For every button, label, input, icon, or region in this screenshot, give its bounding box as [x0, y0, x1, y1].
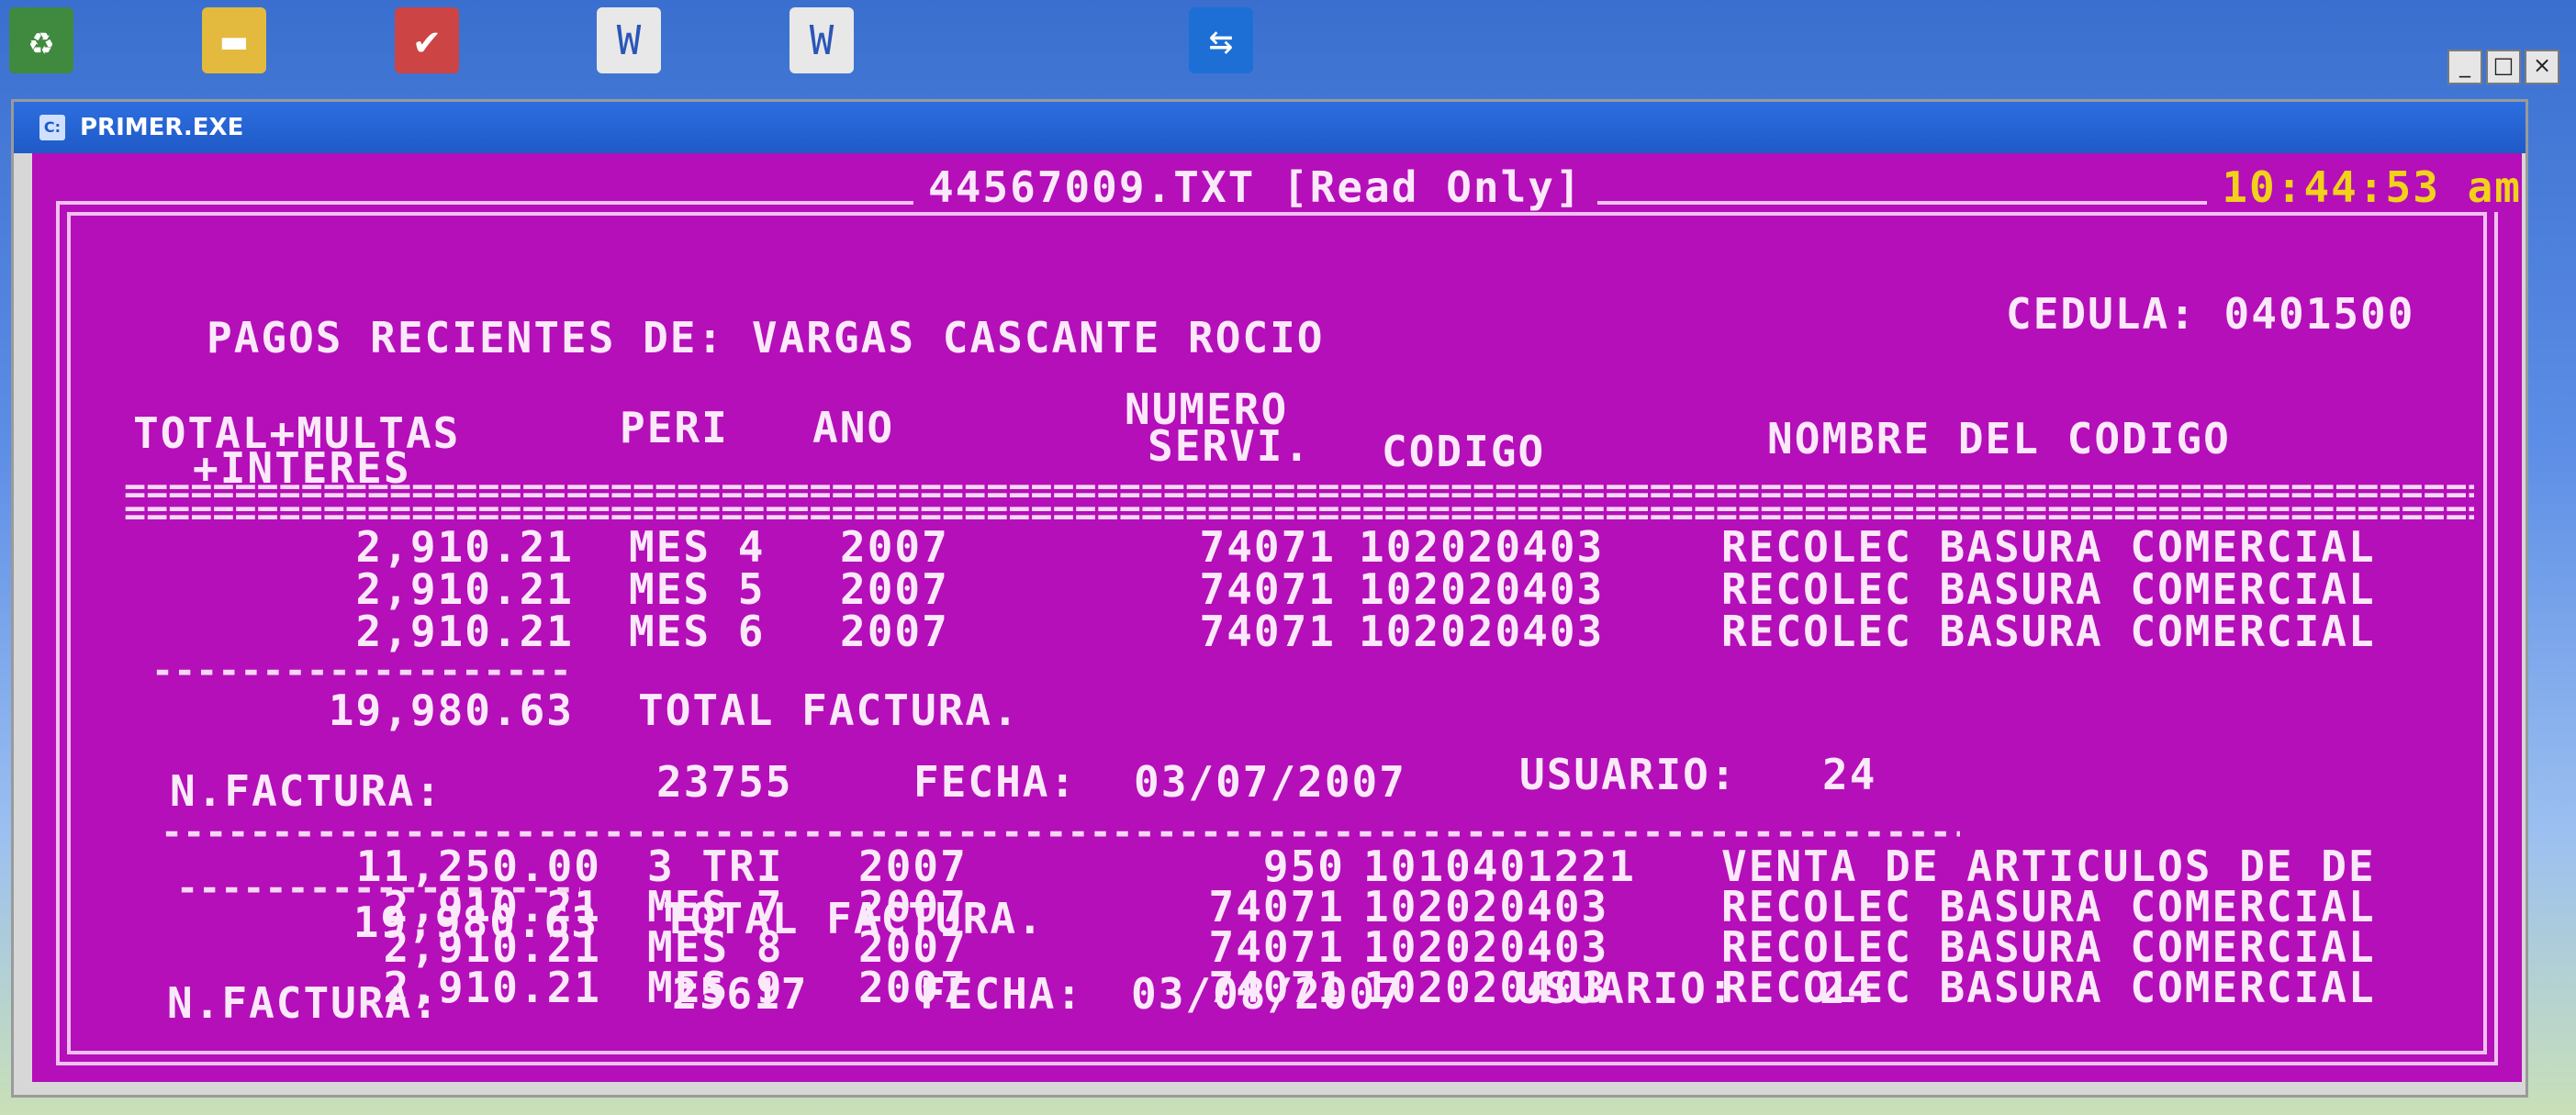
col-ano: ANO	[812, 403, 895, 452]
cell-total: 2,910.21	[355, 564, 574, 614]
folder-icon[interactable]: ▬	[202, 7, 266, 73]
subtotal-rule: --------------------	[151, 652, 574, 689]
cell-codigo: 102020403	[1363, 963, 1609, 1012]
cell-total: 2,910.21	[355, 607, 574, 656]
factura-label: N.FACTURA:	[170, 766, 442, 816]
cell-servi: 74071	[1199, 522, 1336, 572]
usuario-label: USUARIO:	[1519, 750, 1738, 799]
cedula: CEDULA: 0401500	[2006, 289, 2415, 339]
col-peri: PERI	[620, 403, 729, 452]
col-nombre: NOMBRE DEL CODIGO	[1767, 414, 2231, 463]
invoice-total-label: TOTAL FACTURA.	[638, 686, 1020, 735]
clock: 10:44:53 am	[2207, 162, 2522, 212]
cell-peri: MES 9	[647, 963, 784, 1012]
maximize-button[interactable]: □	[2486, 50, 2521, 84]
recycle-bin-icon[interactable]: ♻	[9, 7, 73, 73]
cell-servi: 74071	[1199, 564, 1336, 614]
desktop-icon-row: ♻ ▬ ✔ W W ⇆	[0, 0, 2576, 83]
cell-peri: MES 4	[629, 522, 766, 572]
cell-peri: MES 6	[629, 607, 766, 656]
window-controls: _ □ ×	[2447, 50, 2559, 84]
col-codigo: CODIGO	[1382, 427, 1546, 476]
cell-nombre: RECOLEC BASURA COMERCIAL	[1721, 522, 2376, 572]
word-doc-icon[interactable]: W	[790, 7, 854, 73]
word-doc-icon[interactable]: W	[597, 7, 661, 73]
usuario-value: 24	[1822, 750, 1877, 799]
window-title: PRIMER.EXE	[80, 114, 244, 141]
cell-ano: 2007	[840, 522, 949, 572]
file-title: 44567009.TXT [Read Only]	[913, 162, 1597, 212]
app-icon[interactable]: ✔	[395, 7, 459, 73]
fecha-value: 03/07/2007	[1134, 757, 1406, 807]
minimize-button[interactable]: _	[2447, 50, 2482, 84]
close-button[interactable]: ×	[2525, 50, 2559, 84]
cell-total: 2,910.21	[355, 522, 574, 572]
cell-codigo: 102020403	[1359, 522, 1605, 572]
cell-codigo: 102020403	[1359, 607, 1605, 656]
cell-nombre: RECOLEC BASURA COMERCIAL	[1721, 963, 2376, 1012]
cell-peri: MES 5	[629, 564, 766, 614]
factura-number: 23755	[656, 757, 793, 807]
console-icon: C:	[39, 115, 65, 140]
cell-ano: 2007	[840, 607, 949, 656]
teamviewer-icon[interactable]: ⇆	[1189, 7, 1253, 73]
cell-total: 2,910.21	[383, 963, 601, 1012]
console-window: C: PRIMER.EXE 44567009.TXT [Read Only] 1…	[11, 99, 2528, 1098]
cell-servi: 74071	[1199, 607, 1336, 656]
cell-codigo: 102020403	[1359, 564, 1605, 614]
invoice-total: 19,980.63	[328, 686, 574, 735]
cell-servi: 74071	[1208, 963, 1345, 1012]
page-heading: PAGOS RECIENTES DE: VARGAS CASCANTE ROCI…	[207, 313, 1325, 362]
cell-ano: 2007	[840, 564, 949, 614]
cell-nombre: RECOLEC BASURA COMERCIAL	[1721, 564, 2376, 614]
dos-screen: 44567009.TXT [Read Only] 10:44:53 am PAG…	[32, 153, 2522, 1082]
fecha-label: FECHA:	[913, 757, 1078, 807]
window-titlebar[interactable]: C: PRIMER.EXE	[14, 102, 2526, 153]
cell-ano: 2007	[858, 963, 968, 1012]
cell-nombre: RECOLEC BASURA COMERCIAL	[1721, 607, 2376, 656]
col-numero-2: SERVI.	[1148, 421, 1312, 471]
